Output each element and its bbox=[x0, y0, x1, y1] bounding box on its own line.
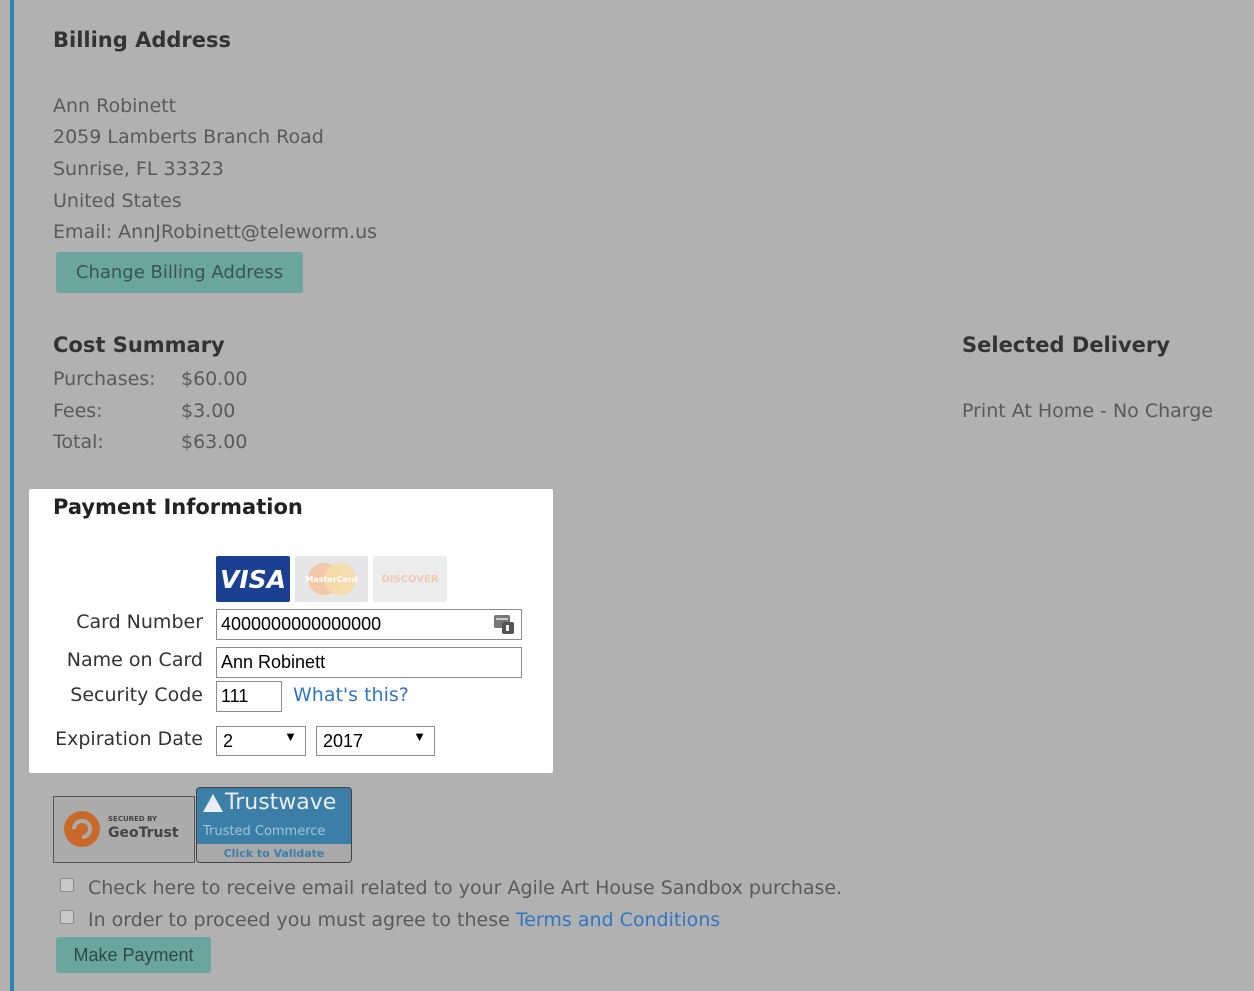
email-opt-in-label: Check here to receive email related to y… bbox=[88, 877, 843, 899]
mastercard-logo-text: MasterCard bbox=[305, 574, 358, 584]
card-number-label: Card Number bbox=[76, 611, 203, 633]
security-code-input[interactable]: 111 bbox=[216, 681, 282, 712]
cost-label: Purchases: bbox=[53, 368, 156, 390]
cost-value: $3.00 bbox=[181, 400, 236, 422]
expiration-year-select[interactable]: 2017 ▼ bbox=[316, 726, 435, 756]
terms-prefix: In order to proceed you must agree to th… bbox=[88, 909, 510, 931]
security-code-value: 111 bbox=[221, 686, 249, 706]
security-code-label: Security Code bbox=[70, 684, 203, 706]
trustwave-seal[interactable]: Trustwave Trusted Commerce Click to Vali… bbox=[196, 787, 352, 863]
cost-label: Total: bbox=[53, 431, 104, 453]
expiration-year-value: 2017 bbox=[323, 730, 364, 751]
make-payment-button[interactable]: Make Payment bbox=[56, 937, 211, 973]
geotrust-secured-by: SECURED BY bbox=[108, 815, 158, 823]
discover-logo: DISCOVER bbox=[373, 556, 447, 602]
terms-and-conditions-link[interactable]: Terms and Conditions bbox=[516, 909, 720, 931]
payment-information-panel: Payment Information VISA MasterCard DISC… bbox=[29, 489, 553, 773]
dropdown-arrow-icon: ▼ bbox=[413, 729, 426, 744]
mastercard-logo: MasterCard bbox=[295, 556, 368, 602]
billing-name: Ann Robinett bbox=[53, 95, 177, 117]
delivery-heading: Selected Delivery bbox=[962, 333, 1170, 357]
email-opt-in-checkbox[interactable] bbox=[60, 878, 74, 892]
trustwave-trusted-commerce: Trusted Commerce bbox=[203, 824, 326, 839]
terms-label: In order to proceed you must agree to th… bbox=[88, 908, 720, 932]
billing-city: Sunrise, FL 33323 bbox=[53, 158, 224, 180]
cost-value: $60.00 bbox=[181, 368, 248, 390]
change-billing-address-button[interactable]: Change Billing Address bbox=[56, 252, 303, 293]
cost-value: $63.00 bbox=[181, 431, 248, 453]
geotrust-brand: GeoTrust bbox=[108, 825, 179, 841]
visa-logo-text: VISA bbox=[219, 564, 286, 594]
trustwave-validate: Click to Validate bbox=[197, 844, 351, 862]
cost-label: Fees: bbox=[53, 400, 103, 422]
name-on-card-input[interactable]: Ann Robinett bbox=[216, 647, 522, 678]
trustwave-brand: Trustwave bbox=[225, 790, 337, 815]
card-number-value: 4000000000000000 bbox=[221, 614, 382, 634]
left-accent-rule bbox=[10, 0, 14, 991]
trustwave-logo-icon bbox=[203, 794, 223, 812]
billing-country: United States bbox=[53, 190, 182, 212]
expiration-date-label: Expiration Date bbox=[55, 728, 203, 750]
billing-email: Email: AnnJRobinett@teleworm.us bbox=[53, 221, 378, 243]
expiration-month-value: 2 bbox=[223, 730, 234, 751]
dropdown-arrow-icon: ▼ bbox=[284, 729, 297, 744]
billing-street: 2059 Lamberts Branch Road bbox=[53, 126, 324, 148]
geotrust-seal[interactable]: SECURED BY GeoTrust bbox=[53, 796, 195, 863]
card-number-input[interactable]: 4000000000000000 bbox=[216, 609, 522, 640]
geotrust-logo-icon bbox=[64, 811, 100, 847]
discover-logo-text: DISCOVER bbox=[381, 573, 439, 585]
visa-logo: VISA bbox=[216, 556, 290, 602]
expiration-month-select[interactable]: 2 ▼ bbox=[216, 726, 306, 756]
whats-this-link[interactable]: What's this? bbox=[293, 684, 409, 706]
terms-checkbox[interactable] bbox=[60, 910, 74, 924]
payment-heading: Payment Information bbox=[53, 495, 303, 519]
delivery-method: Print At Home - No Charge bbox=[962, 400, 1213, 422]
billing-heading: Billing Address bbox=[53, 28, 232, 52]
name-on-card-value: Ann Robinett bbox=[221, 652, 326, 672]
name-on-card-label: Name on Card bbox=[66, 649, 203, 671]
card-autofill-icon[interactable] bbox=[493, 613, 515, 635]
cost-summary-heading: Cost Summary bbox=[53, 333, 225, 357]
